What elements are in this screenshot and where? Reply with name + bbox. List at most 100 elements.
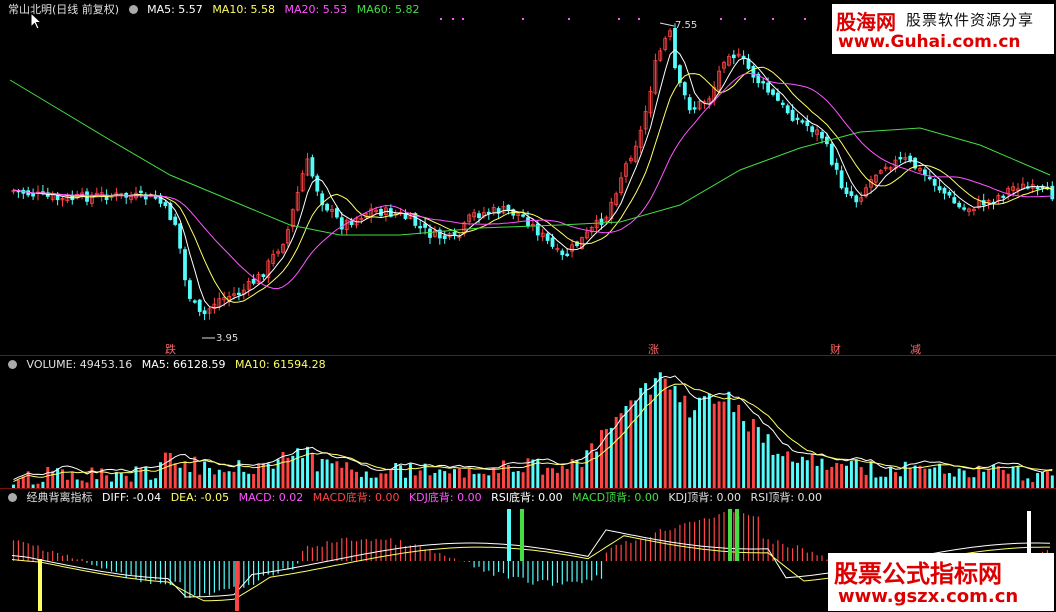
volume-bar <box>188 472 192 488</box>
volume-bar <box>580 467 584 488</box>
volume-bar <box>727 391 731 488</box>
volume-bar <box>457 468 461 488</box>
volume-bar <box>898 476 902 488</box>
candle-body <box>334 208 339 218</box>
volume-bar <box>913 465 917 488</box>
signal-dot <box>522 18 524 20</box>
candle-body <box>310 157 315 177</box>
bottom-watermark: 股票公式指标网 www.gszx.com.cn <box>828 553 1054 611</box>
volume-bar <box>644 383 648 488</box>
volume-bar <box>575 459 579 488</box>
candle-body <box>795 117 800 121</box>
volume-bar <box>653 378 657 488</box>
volume-bar <box>923 468 927 488</box>
volume-bar <box>477 473 481 488</box>
volume-bar <box>678 402 682 488</box>
candle-body <box>565 253 570 256</box>
volume-bar <box>894 472 897 488</box>
volume-bar <box>271 468 275 488</box>
candle-body <box>153 195 158 199</box>
volume-bar <box>80 480 84 488</box>
volume-bar <box>889 467 893 488</box>
candle-body <box>829 143 834 165</box>
candle-body <box>834 162 839 170</box>
volume-bar <box>786 451 790 488</box>
volume-bar <box>1016 466 1020 488</box>
candle-body <box>898 156 903 160</box>
volume-bar <box>384 473 388 488</box>
volume-bar <box>977 465 981 488</box>
volume-bar <box>693 410 697 488</box>
volume-bar <box>967 477 971 488</box>
volume-bar <box>815 465 819 488</box>
volume-bar <box>222 472 226 488</box>
candle-body <box>682 82 687 96</box>
volume-bar <box>1026 478 1030 488</box>
candle-body <box>599 218 604 225</box>
volume-bar <box>938 463 942 488</box>
volume-bar <box>56 468 60 488</box>
volume-bar <box>105 475 109 488</box>
volume-bar <box>433 472 437 488</box>
volume-bar <box>198 474 202 488</box>
volume-bar <box>649 394 652 488</box>
volume-bar <box>820 458 824 488</box>
volume-bar <box>306 446 309 488</box>
candle-body <box>932 179 937 186</box>
volume-bar <box>472 474 476 488</box>
volume-bar <box>972 477 976 488</box>
candle-body <box>178 223 183 249</box>
signal-dot <box>720 18 722 20</box>
volume-bar <box>46 467 50 488</box>
candle-body <box>952 197 957 204</box>
divergence-signal-bar <box>728 509 732 561</box>
volume-bar <box>717 401 721 488</box>
volume-bar <box>163 452 167 488</box>
ma20-line <box>13 72 1053 290</box>
volume-bar <box>732 412 736 488</box>
candle-body <box>202 310 207 315</box>
candle-body <box>780 102 785 105</box>
candle-body <box>937 186 942 191</box>
volume-bar <box>683 395 687 488</box>
volume-bar <box>673 385 677 488</box>
candle-body <box>261 274 266 277</box>
volume-bar <box>511 471 515 488</box>
volume-bar <box>629 400 633 488</box>
divergence-signal-bar <box>507 509 511 561</box>
volume-bar <box>560 465 564 488</box>
volume-bar <box>335 461 339 488</box>
volume-bar <box>325 459 329 488</box>
candle-body <box>1035 187 1040 190</box>
candle-body <box>550 237 555 247</box>
volume-panel[interactable]: VOLUME: 49453.16 MA5: 66128.59 MA10: 615… <box>0 356 1056 488</box>
volume-bar <box>565 468 569 488</box>
volume-bar <box>404 477 407 488</box>
volume-bar <box>619 413 623 488</box>
volume-bar <box>747 431 750 488</box>
candle-body <box>854 195 859 203</box>
volume-bar <box>918 465 922 488</box>
volume-bar <box>962 470 966 488</box>
volume-bar <box>114 472 118 488</box>
candle-body <box>771 89 775 95</box>
candle-body <box>428 228 432 238</box>
signal-dot <box>452 18 454 20</box>
volume-bar <box>208 467 211 488</box>
volume-bar <box>1021 480 1025 488</box>
volume-bar <box>75 479 79 488</box>
volume-bar <box>771 454 775 488</box>
candle-body <box>766 82 770 93</box>
volume-bar <box>242 471 246 488</box>
volume-bar <box>947 473 951 488</box>
ma60-line <box>9 79 1051 236</box>
volume-bar <box>600 430 603 488</box>
candle-body <box>844 187 849 194</box>
top-url: www.Guhai.com.cn <box>838 32 1021 52</box>
volume-chart[interactable] <box>0 356 1056 488</box>
volume-bar <box>830 466 834 488</box>
volume-bar <box>928 468 932 488</box>
top-tagline: 股票软件资源分享 <box>906 11 1035 29</box>
candle-body <box>962 207 966 210</box>
volume-bar <box>320 458 324 488</box>
